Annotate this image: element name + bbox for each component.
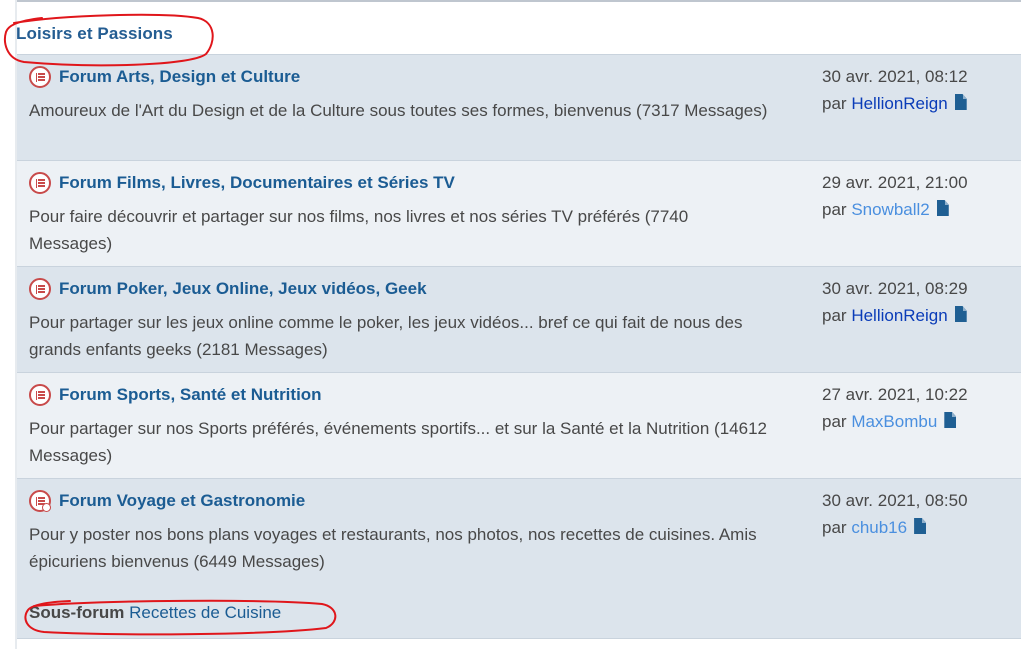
forum-title-link[interactable]: Forum Sports, Santé et Nutrition	[59, 385, 322, 405]
forum-read-subforum-icon	[29, 490, 51, 512]
subforum-line: Sous-forum Recettes de Cuisine	[29, 603, 281, 623]
forum-row: Forum Poker, Jeux Online, Jeux vidéos, G…	[17, 266, 1021, 372]
last-post: 27 avr. 2021, 10:22 par MaxBombu	[822, 385, 1012, 432]
forum-description: Pour partager sur les jeux online comme …	[29, 313, 743, 359]
forum-description: Amoureux de l'Art du Design et de la Cul…	[29, 101, 768, 120]
file-icon[interactable]	[936, 200, 949, 216]
last-post-author[interactable]: HellionReign	[851, 94, 947, 113]
file-icon[interactable]	[944, 412, 957, 428]
clock-icon	[42, 503, 51, 512]
last-post: 30 avr. 2021, 08:29 par HellionReign	[822, 279, 1012, 326]
subforum-link[interactable]: Recettes de Cuisine	[129, 603, 281, 622]
forum-description: Pour partager sur nos Sports préférés, é…	[29, 419, 767, 465]
last-post-by: par chub16	[822, 518, 1012, 538]
last-post-author[interactable]: HellionReign	[851, 306, 947, 325]
by-label: par	[822, 94, 847, 113]
file-icon[interactable]	[914, 518, 927, 534]
by-label: par	[822, 518, 847, 537]
last-post-author[interactable]: Snowball2	[851, 200, 929, 219]
forum-title-link[interactable]: Forum Arts, Design et Culture	[59, 67, 300, 87]
last-post-date: 27 avr. 2021, 10:22	[822, 385, 968, 404]
forum-read-icon	[29, 172, 51, 194]
forum-read-icon	[29, 66, 51, 88]
last-post-by: par MaxBombu	[822, 412, 1012, 432]
last-post-date: 30 avr. 2021, 08:29	[822, 279, 968, 298]
last-post-author[interactable]: chub16	[851, 518, 907, 537]
forum-row: Forum Voyage et Gastronomie Pour y poste…	[17, 478, 1021, 639]
file-icon[interactable]	[954, 306, 967, 322]
forum-title-link[interactable]: Forum Poker, Jeux Online, Jeux vidéos, G…	[59, 279, 427, 299]
top-divider	[15, 0, 1021, 2]
last-post-author[interactable]: MaxBombu	[851, 412, 937, 431]
last-post-by: par Snowball2	[822, 200, 1012, 220]
forum-row: Forum Films, Livres, Documentaires et Sé…	[17, 160, 1021, 266]
forum-description: Pour faire découvrir et partager sur nos…	[29, 207, 689, 253]
last-post: 29 avr. 2021, 21:00 par Snowball2	[822, 173, 1012, 220]
by-label: par	[822, 306, 847, 325]
last-post-date: 30 avr. 2021, 08:12	[822, 67, 968, 86]
forum-row: Forum Sports, Santé et Nutrition Pour pa…	[17, 372, 1021, 478]
forum-read-icon	[29, 384, 51, 406]
category-title[interactable]: Loisirs et Passions	[16, 24, 173, 44]
forum-title-link[interactable]: Forum Films, Livres, Documentaires et Sé…	[59, 173, 455, 193]
by-label: par	[822, 412, 847, 431]
forum-description: Pour y poster nos bons plans voyages et …	[29, 525, 757, 571]
file-icon[interactable]	[954, 94, 967, 110]
last-post: 30 avr. 2021, 08:50 par chub16	[822, 491, 1012, 538]
forum-title-link[interactable]: Forum Voyage et Gastronomie	[59, 491, 305, 511]
last-post-date: 29 avr. 2021, 21:00	[822, 173, 968, 192]
subforum-label: Sous-forum	[29, 603, 125, 622]
last-post: 30 avr. 2021, 08:12 par HellionReign	[822, 67, 1012, 114]
forum-list: Forum Arts, Design et Culture Amoureux d…	[17, 54, 1021, 639]
forum-row: Forum Arts, Design et Culture Amoureux d…	[17, 54, 1021, 160]
by-label: par	[822, 200, 847, 219]
last-post-by: par HellionReign	[822, 94, 1012, 114]
last-post-by: par HellionReign	[822, 306, 1012, 326]
last-post-date: 30 avr. 2021, 08:50	[822, 491, 968, 510]
forum-read-icon	[29, 278, 51, 300]
